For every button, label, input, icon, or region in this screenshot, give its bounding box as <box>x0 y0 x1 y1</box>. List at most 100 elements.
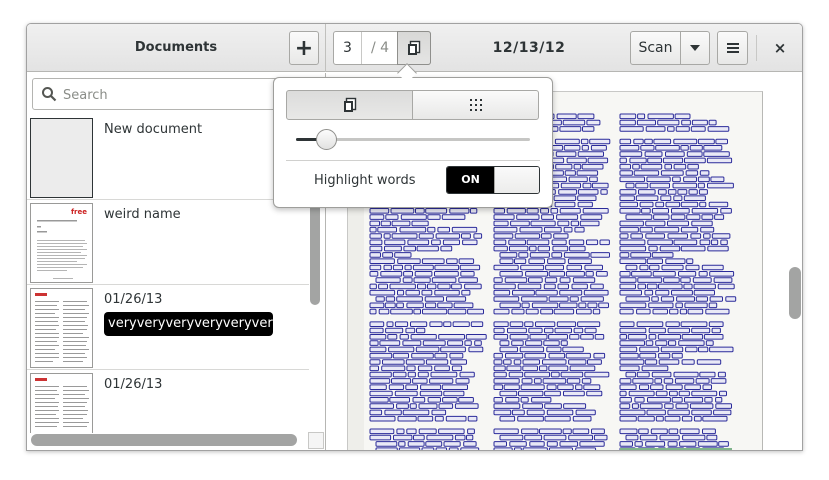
word-highlight-box[interactable] <box>369 359 381 365</box>
word-highlight-box[interactable] <box>563 390 585 397</box>
word-highlight-box[interactable] <box>560 340 568 346</box>
word-highlight-box[interactable] <box>645 340 654 346</box>
word-highlight-box[interactable] <box>569 296 579 302</box>
word-highlight-box[interactable] <box>718 441 729 447</box>
word-highlight-box[interactable] <box>577 113 595 120</box>
word-highlight-box[interactable] <box>715 138 728 145</box>
word-highlight-box[interactable] <box>385 296 396 302</box>
word-highlight-box[interactable] <box>539 365 548 372</box>
word-highlight-box[interactable] <box>440 245 453 252</box>
word-highlight-box[interactable] <box>557 283 569 290</box>
word-highlight-box[interactable] <box>521 296 548 302</box>
word-highlight-box[interactable] <box>412 378 428 384</box>
word-highlight-box[interactable] <box>667 126 675 132</box>
word-highlight-box[interactable] <box>673 138 698 145</box>
word-highlight-box[interactable] <box>446 296 467 302</box>
word-highlight-box[interactable] <box>451 283 462 290</box>
word-highlight-box[interactable] <box>404 264 412 271</box>
word-highlight-box[interactable] <box>528 258 545 264</box>
word-highlight-box[interactable] <box>493 352 503 359</box>
word-highlight-box[interactable] <box>437 226 451 233</box>
word-highlight-box[interactable] <box>680 277 691 283</box>
word-highlight-box[interactable] <box>391 220 411 227</box>
word-highlight-box[interactable] <box>375 441 398 447</box>
word-highlight-box[interactable] <box>531 397 552 403</box>
word-highlight-box[interactable] <box>396 428 405 435</box>
word-highlight-box[interactable] <box>630 252 652 258</box>
word-highlight-box[interactable] <box>629 157 647 164</box>
word-highlight-box[interactable] <box>580 214 603 220</box>
word-highlight-box[interactable] <box>685 170 699 176</box>
word-highlight-box[interactable] <box>464 283 482 290</box>
word-highlight-box[interactable] <box>592 308 601 315</box>
word-highlight-box[interactable] <box>553 195 577 202</box>
word-highlight-box[interactable] <box>639 434 658 441</box>
word-highlight-box[interactable] <box>467 428 475 435</box>
word-highlight-box[interactable] <box>683 283 693 290</box>
word-highlight-box[interactable] <box>689 145 703 151</box>
word-highlight-box[interactable] <box>673 195 683 202</box>
word-highlight-box[interactable] <box>646 409 666 416</box>
word-highlight-box[interactable] <box>665 384 683 390</box>
word-highlight-box[interactable] <box>644 359 658 365</box>
word-highlight-box[interactable] <box>509 321 524 327</box>
word-highlight-box[interactable] <box>548 447 573 451</box>
word-highlight-box[interactable] <box>545 264 565 271</box>
word-highlight-box[interactable] <box>627 334 647 340</box>
word-highlight-box[interactable] <box>653 214 670 220</box>
word-highlight-box[interactable] <box>701 264 724 271</box>
list-item[interactable]: New document <box>27 115 309 200</box>
word-highlight-box[interactable] <box>670 214 686 220</box>
word-highlight-box[interactable] <box>454 403 479 409</box>
word-highlight-box[interactable] <box>619 409 646 416</box>
page-view-button[interactable] <box>397 31 431 65</box>
word-highlight-box[interactable] <box>593 434 608 441</box>
word-highlight-box[interactable] <box>658 352 671 359</box>
word-highlight-box[interactable] <box>450 359 467 365</box>
word-highlight-box[interactable] <box>451 365 463 372</box>
word-highlight-box[interactable] <box>410 321 428 327</box>
word-highlight-box[interactable] <box>375 296 385 302</box>
word-highlight-box[interactable] <box>714 214 725 220</box>
word-highlight-box[interactable] <box>641 365 669 372</box>
word-highlight-box[interactable] <box>369 302 385 309</box>
word-highlight-box[interactable] <box>493 371 507 378</box>
word-highlight-box[interactable] <box>590 145 607 151</box>
word-highlight-box[interactable] <box>407 371 416 378</box>
word-highlight-box[interactable] <box>707 182 734 189</box>
word-highlight-box[interactable] <box>388 384 405 390</box>
word-highlight-box[interactable] <box>647 239 673 246</box>
word-highlight-box[interactable] <box>406 365 416 372</box>
word-highlight-box[interactable] <box>619 428 638 435</box>
word-highlight-box[interactable] <box>546 346 562 353</box>
word-highlight-box[interactable] <box>453 302 474 309</box>
word-highlight-box[interactable] <box>570 220 579 227</box>
word-highlight-box[interactable] <box>522 359 540 365</box>
word-highlight-box[interactable] <box>659 245 681 252</box>
word-highlight-box[interactable] <box>526 208 539 214</box>
word-highlight-box[interactable] <box>440 346 466 353</box>
word-highlight-box[interactable] <box>397 415 417 422</box>
list-item[interactable]: 01/26/13 veryveryveryveryveryveryvery <box>27 285 309 370</box>
word-highlight-box[interactable] <box>619 308 634 315</box>
word-highlight-box[interactable] <box>499 346 518 353</box>
word-highlight-box[interactable] <box>619 145 640 151</box>
word-highlight-box[interactable] <box>424 296 444 302</box>
word-highlight-box[interactable] <box>619 321 635 327</box>
word-highlight-box[interactable] <box>631 271 652 277</box>
word-highlight-box[interactable] <box>585 271 594 277</box>
word-highlight-box[interactable] <box>519 346 545 353</box>
word-highlight-box[interactable] <box>657 119 680 126</box>
word-highlight-box[interactable] <box>417 365 433 372</box>
word-highlight-box[interactable] <box>442 239 461 246</box>
word-highlight-box[interactable] <box>631 403 639 409</box>
word-highlight-box[interactable] <box>369 289 396 296</box>
word-highlight-box[interactable] <box>584 264 603 271</box>
word-highlight-box[interactable] <box>531 302 559 309</box>
word-highlight-box[interactable] <box>454 434 466 441</box>
word-highlight-box[interactable] <box>406 428 417 435</box>
word-highlight-box[interactable] <box>678 390 690 397</box>
word-highlight-box[interactable] <box>619 384 637 390</box>
word-highlight-box[interactable] <box>634 441 643 447</box>
word-highlight-box[interactable] <box>693 289 716 296</box>
